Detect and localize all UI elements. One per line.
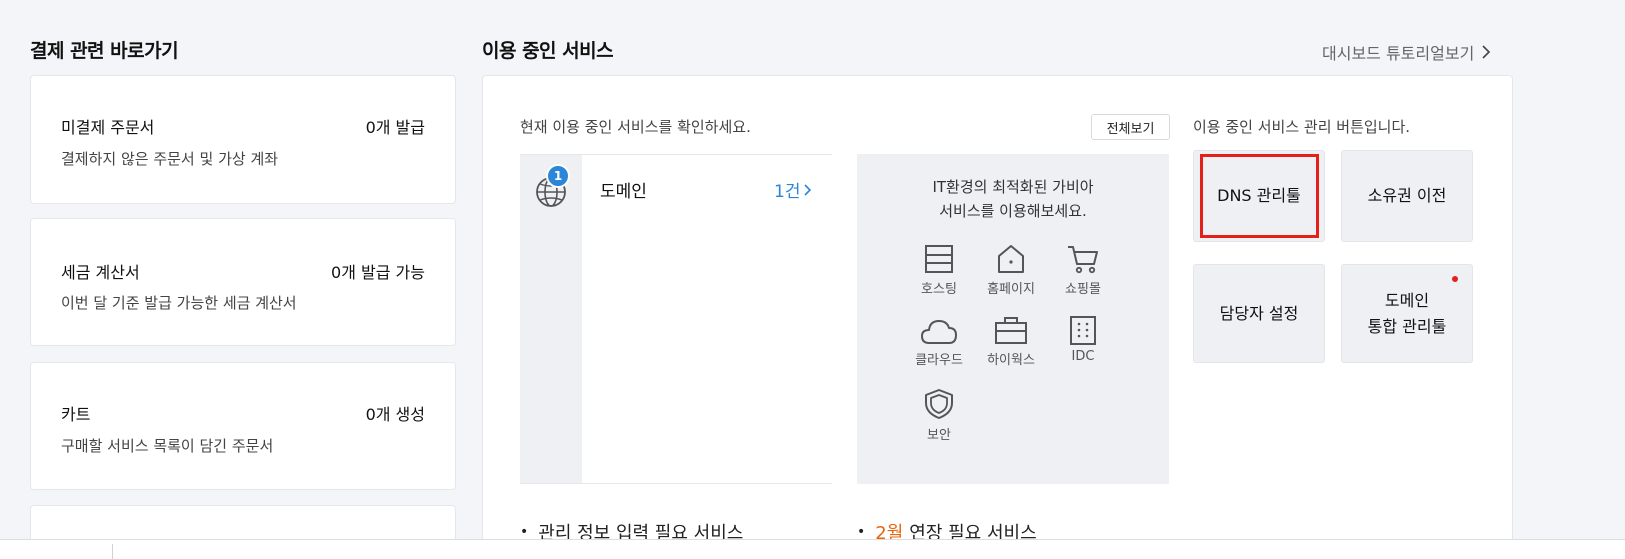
cart-card[interactable]: 카트 0개 생성 구매할 서비스 목록이 담긴 주문서 [30, 362, 456, 490]
chevron-right-icon [804, 183, 812, 196]
promo-label: 홈페이지 [987, 282, 1035, 297]
domain-integrated-tool-button[interactable]: 도메인 통합 관리툴 [1341, 264, 1473, 363]
bottom-bar [0, 539, 1625, 559]
unpaid-orders-card[interactable]: 미결제 주문서 0개 발급 결제하지 않은 주문서 및 가상 계좌 [30, 75, 456, 204]
card-desc: 결제하지 않은 주문서 및 가상 계좌 [61, 150, 279, 168]
card-title: 카트 [61, 405, 91, 424]
current-services-desc: 현재 이용 중인 서비스를 확인하세요. [520, 118, 751, 136]
button-label: 담당자 설정 [1219, 303, 1299, 323]
card-desc: 이번 달 기준 발급 가능한 세금 계산서 [61, 294, 297, 312]
bullet-dot: • [520, 524, 529, 540]
highlight-box [1200, 154, 1319, 238]
chevron-right-icon [1482, 45, 1491, 59]
domain-count-link[interactable]: 1건 [774, 177, 813, 202]
promo-label: 호스팅 [921, 282, 957, 297]
tax-invoice-card[interactable]: 세금 계산서 0개 발급 가능 이번 달 기준 발급 가능한 세금 계산서 [30, 218, 456, 346]
promo-label: 클라우드 [915, 353, 963, 368]
promo-security[interactable]: 보안 [899, 388, 979, 443]
promo-idc[interactable]: IDC [1043, 315, 1123, 364]
button-label-line-1: 도메인 [1384, 290, 1430, 310]
promo-hiworks[interactable]: 하이웍스 [971, 315, 1051, 368]
management-desc: 이용 중인 서비스 관리 버튼입니다. [1193, 118, 1411, 136]
promo-box: IT환경의 최적화된 가비아 서비스를 이용해보세요. 호스팅 홈페이지 쇼핑몰… [857, 154, 1169, 484]
service-name-domain[interactable]: 도메인 [600, 177, 647, 202]
tutorial-link[interactable]: 대시보드 튜토리얼보기 [1322, 40, 1492, 64]
payment-shortcuts-title: 결제 관련 바로가기 [30, 40, 179, 62]
services-in-use-title: 이용 중인 서비스 [482, 40, 614, 62]
button-label-line-2: 통합 관리툴 [1367, 316, 1447, 336]
services-panel: 현재 이용 중인 서비스를 확인하세요. 전체보기 1 도메인 1건 IT환경의… [482, 75, 1513, 545]
new-indicator-dot [1452, 276, 1458, 282]
promo-label: 쇼핑몰 [1065, 282, 1101, 297]
card-count: 0개 발급 [365, 118, 425, 137]
contact-settings-button[interactable]: 담당자 설정 [1193, 264, 1325, 363]
ownership-transfer-button[interactable]: 소유권 이전 [1341, 150, 1473, 242]
promo-line-2: 서비스를 이용해보세요. [939, 202, 1087, 220]
promo-label: IDC [1071, 349, 1095, 364]
shopping-cart-icon [1068, 246, 1098, 274]
promo-line-1: IT환경의 최적화된 가비아 [932, 178, 1094, 196]
service-list: 1 도메인 1건 [520, 154, 832, 484]
promo-shopping[interactable]: 쇼핑몰 [1043, 244, 1123, 297]
promo-label: 보안 [927, 428, 951, 443]
idc-building-icon [1070, 316, 1096, 345]
card-count: 0개 발급 가능 [331, 263, 425, 282]
domain-count: 1건 [774, 182, 801, 202]
cloud-icon [921, 320, 957, 344]
card-title: 미결제 주문서 [61, 118, 155, 137]
hiworks-icon [995, 317, 1027, 344]
homepage-icon [998, 245, 1024, 273]
promo-hosting[interactable]: 호스팅 [899, 244, 979, 297]
promo-homepage[interactable]: 홈페이지 [971, 244, 1051, 297]
card-title: 세금 계산서 [61, 263, 140, 282]
view-all-button[interactable]: 전체보기 [1091, 114, 1170, 140]
promo-label: 하이웍스 [987, 353, 1035, 368]
service-icon-column: 1 [520, 155, 582, 483]
card-desc: 구매할 서비스 목록이 담긴 주문서 [61, 437, 274, 455]
promo-cloud[interactable]: 클라우드 [899, 317, 979, 368]
hosting-icon [925, 245, 953, 273]
divider [112, 544, 113, 559]
bullet-dot: • [857, 524, 866, 540]
service-count-badge: 1 [546, 164, 570, 188]
tutorial-link-label: 대시보드 튜토리얼보기 [1322, 44, 1475, 63]
card-count: 0개 생성 [365, 405, 425, 424]
button-label: 소유권 이전 [1367, 186, 1447, 205]
shield-icon [925, 389, 953, 419]
